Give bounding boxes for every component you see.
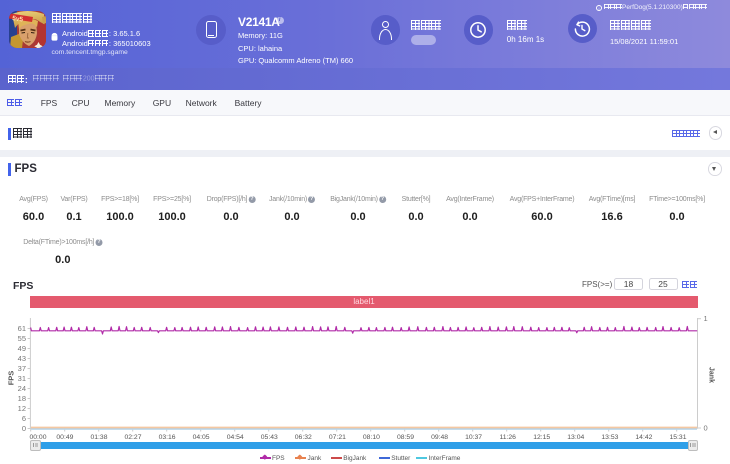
- svg-text:18: 18: [18, 394, 26, 403]
- svg-text:02:27: 02:27: [124, 434, 141, 441]
- svg-text:15:31: 15:31: [669, 434, 686, 441]
- svg-text:12:15: 12:15: [533, 434, 550, 441]
- svg-text:04:05: 04:05: [193, 434, 210, 441]
- svg-text:55: 55: [18, 334, 26, 343]
- svg-text:11:26: 11:26: [499, 434, 516, 441]
- svg-text:6: 6: [22, 414, 26, 423]
- svg-text:24: 24: [18, 384, 26, 393]
- svg-text:13:04: 13:04: [567, 434, 584, 441]
- svg-text:FPS: FPS: [7, 371, 16, 386]
- svg-text:03:16: 03:16: [159, 434, 176, 441]
- svg-text:13:53: 13:53: [601, 434, 618, 441]
- svg-text:04:54: 04:54: [227, 434, 244, 441]
- svg-text:37: 37: [18, 364, 26, 373]
- svg-text:0: 0: [22, 424, 26, 433]
- svg-text:0: 0: [704, 424, 708, 433]
- svg-text:06:32: 06:32: [295, 434, 312, 441]
- svg-text:49: 49: [18, 344, 26, 353]
- svg-text:Jank: Jank: [708, 367, 715, 383]
- svg-text:1: 1: [704, 314, 708, 323]
- svg-text:61: 61: [18, 324, 26, 333]
- svg-text:12: 12: [18, 404, 26, 413]
- svg-text:05:43: 05:43: [261, 434, 278, 441]
- svg-text:01:38: 01:38: [90, 434, 107, 441]
- svg-text:31: 31: [18, 374, 26, 383]
- svg-text:14:42: 14:42: [635, 434, 652, 441]
- svg-text:08:10: 08:10: [363, 434, 380, 441]
- svg-text:08:59: 08:59: [397, 434, 414, 441]
- svg-text:09:48: 09:48: [431, 434, 448, 441]
- svg-text:07:21: 07:21: [329, 434, 346, 441]
- svg-text:43: 43: [18, 354, 26, 363]
- svg-text:10:37: 10:37: [465, 434, 482, 441]
- svg-text:00:49: 00:49: [56, 434, 73, 441]
